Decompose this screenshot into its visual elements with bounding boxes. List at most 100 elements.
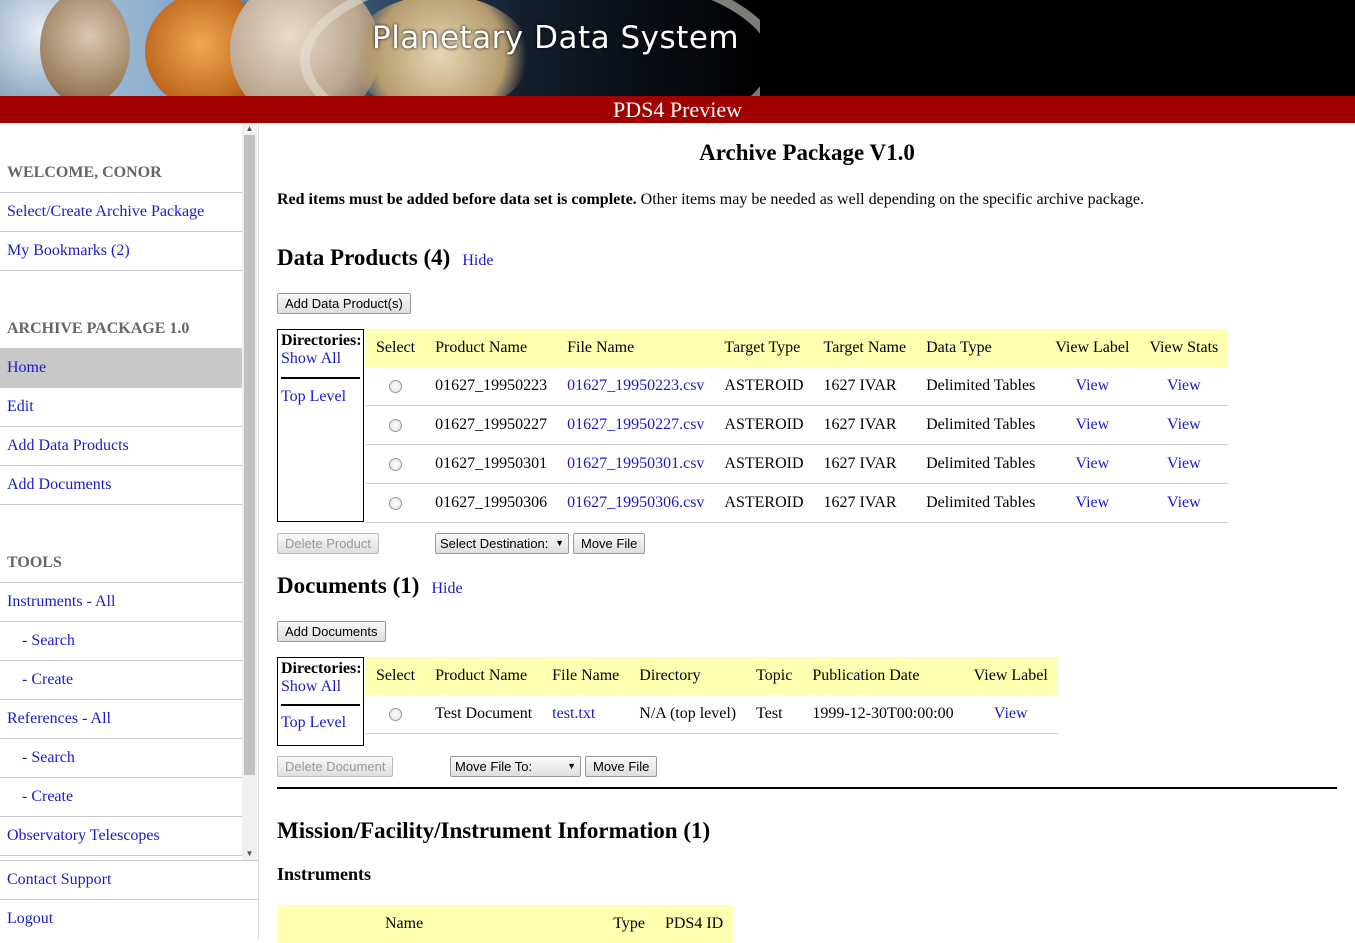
directories-label: Directories: xyxy=(281,660,362,677)
file-name-link[interactable]: test.txt xyxy=(552,705,595,722)
column-header: Product Name xyxy=(425,329,558,367)
welcome-heading: WELCOME, CONOR xyxy=(0,154,242,193)
select-radio[interactable] xyxy=(389,496,403,510)
column-header: Type xyxy=(603,905,655,943)
directory: N/A (top level) xyxy=(629,695,747,734)
sidebar-item-add-data-products[interactable]: Add Data Products xyxy=(0,427,242,466)
column-header: Product Name xyxy=(425,657,543,695)
scrollbar-thumb[interactable] xyxy=(244,135,255,775)
data-products-directories: Directories: Show All Top Level xyxy=(277,329,364,522)
target-name: 1627 IVAR xyxy=(813,444,917,484)
target-name: 1627 IVAR xyxy=(813,405,917,445)
table-header-row: Select Product Name File Name Target Typ… xyxy=(366,329,1229,367)
mission-heading: Mission/Facility/Instrument Information … xyxy=(277,818,711,843)
product-name: 01627_19950223 xyxy=(425,367,558,406)
add-data-products-button[interactable]: Add Data Product(s) xyxy=(277,293,411,314)
target-type: ASTEROID xyxy=(714,367,814,406)
data-type: Delimited Tables xyxy=(916,405,1046,445)
table-row: 01627_19950227 01627_19950227.csv ASTERO… xyxy=(366,405,1229,445)
directories-label: Directories: xyxy=(281,332,362,349)
delete-document-button[interactable]: Delete Document xyxy=(277,756,394,777)
column-header: Data Type xyxy=(916,329,1046,367)
file-name-link[interactable]: 01627_19950223.csv xyxy=(567,377,704,394)
product-name: 01627_19950306 xyxy=(425,483,558,523)
column-header: PDS4 ID xyxy=(654,905,734,943)
column-header: File Name xyxy=(542,657,630,695)
sidebar-scrollbar[interactable]: ▲ ▼ xyxy=(242,123,257,860)
show-all-link[interactable]: Show All xyxy=(281,678,363,696)
table-header-row: Select Product Name File Name Directory … xyxy=(366,657,1058,695)
sidebar-nav: WELCOME, CONOR Select/Create Archive Pac… xyxy=(0,123,242,860)
target-type: ASTEROID xyxy=(714,444,814,484)
data-type: Delimited Tables xyxy=(916,483,1046,523)
tools-heading: TOOLS xyxy=(0,544,242,583)
section-divider xyxy=(277,787,1337,789)
hide-data-products-link[interactable]: Hide xyxy=(462,252,493,269)
select-radio[interactable] xyxy=(389,707,403,721)
delete-product-button[interactable]: Delete Product xyxy=(277,533,379,554)
column-header: Target Name xyxy=(813,329,917,367)
completion-note: Red items must be added before data set … xyxy=(277,191,1144,209)
documents-table: Select Product Name File Name Directory … xyxy=(366,657,1058,734)
sidebar-item-instruments-search[interactable]: - Search xyxy=(0,622,242,661)
sidebar-item-home[interactable]: Home xyxy=(0,349,242,388)
show-all-link[interactable]: Show All xyxy=(281,350,363,368)
optional-items-note: Other items may be needed as well depend… xyxy=(636,191,1145,208)
column-header: View Label xyxy=(1045,329,1140,367)
archive-package-heading: ARCHIVE PACKAGE 1.0 xyxy=(0,310,242,349)
site-header: Planetary Data System xyxy=(0,0,1355,96)
move-file-to-value: Move File To: xyxy=(455,759,533,774)
add-documents-button[interactable]: Add Documents xyxy=(277,621,386,642)
hide-documents-link[interactable]: Hide xyxy=(431,580,462,597)
product-name: 01627_19950227 xyxy=(425,405,558,445)
required-items-note: Red items must be added before data set … xyxy=(277,191,637,208)
column-header: Select xyxy=(366,657,426,695)
sidebar-item-instruments-all[interactable]: Instruments - All xyxy=(0,583,242,622)
topic: Test xyxy=(746,695,803,734)
file-name-link[interactable]: 01627_19950306.csv xyxy=(567,494,704,511)
select-radio[interactable] xyxy=(389,457,403,471)
select-radio[interactable] xyxy=(389,418,403,432)
sidebar-item-references-all[interactable]: References - All xyxy=(0,700,242,739)
view-stats-link[interactable]: View xyxy=(1167,416,1201,433)
sidebar-item-contact-support[interactable]: Contact Support xyxy=(0,860,258,899)
sidebar-item-instruments-create[interactable]: - Create xyxy=(0,661,242,700)
view-label-link[interactable]: View xyxy=(1076,416,1110,433)
target-name: 1627 IVAR xyxy=(813,483,917,523)
file-name-link[interactable]: 01627_19950227.csv xyxy=(567,416,704,433)
top-level-link[interactable]: Top Level xyxy=(281,714,363,732)
column-header: Select xyxy=(366,329,426,367)
move-file-button[interactable]: Move File xyxy=(585,756,658,777)
view-label-link[interactable]: View xyxy=(1076,377,1110,394)
sidebar-item-my-bookmarks[interactable]: My Bookmarks (2) xyxy=(0,232,242,271)
move-file-to-dropdown[interactable]: Move File To: ▼ xyxy=(450,756,581,777)
view-stats-link[interactable]: View xyxy=(1167,377,1201,394)
view-label-link[interactable]: View xyxy=(994,705,1028,722)
column-header: Target Type xyxy=(714,329,814,367)
data-products-title: Data Products (4) xyxy=(277,245,451,270)
target-type: ASTEROID xyxy=(714,405,814,445)
scroll-up-arrow-icon[interactable]: ▲ xyxy=(242,123,257,135)
view-stats-link[interactable]: View xyxy=(1167,494,1201,511)
sidebar-item-select-create-package[interactable]: Select/Create Archive Package xyxy=(0,193,242,232)
move-file-button[interactable]: Move File xyxy=(573,533,646,554)
sidebar-item-references-create[interactable]: - Create xyxy=(0,778,242,817)
view-label-link[interactable]: View xyxy=(1076,455,1110,472)
chevron-down-icon: ▼ xyxy=(555,538,564,548)
column-header: View Stats xyxy=(1139,329,1229,367)
select-destination-value: Select Destination: xyxy=(440,536,549,551)
view-label-link[interactable]: View xyxy=(1076,494,1110,511)
file-name-link[interactable]: 01627_19950301.csv xyxy=(567,455,704,472)
select-destination-dropdown[interactable]: Select Destination: ▼ xyxy=(435,533,569,554)
top-level-link[interactable]: Top Level xyxy=(281,388,363,406)
data-type: Delimited Tables xyxy=(916,367,1046,406)
sidebar-item-references-search[interactable]: - Search xyxy=(0,739,242,778)
sidebar-item-observatory-telescopes[interactable]: Observatory Telescopes xyxy=(0,817,242,856)
sidebar-item-edit[interactable]: Edit xyxy=(0,388,242,427)
view-stats-link[interactable]: View xyxy=(1167,455,1201,472)
scroll-down-arrow-icon[interactable]: ▼ xyxy=(242,848,257,860)
sidebar-item-add-documents[interactable]: Add Documents xyxy=(0,466,242,505)
table-row: Test Document test.txt N/A (top level) T… xyxy=(366,695,1058,734)
select-radio[interactable] xyxy=(389,379,403,393)
sidebar-item-logout[interactable]: Logout xyxy=(0,899,258,938)
